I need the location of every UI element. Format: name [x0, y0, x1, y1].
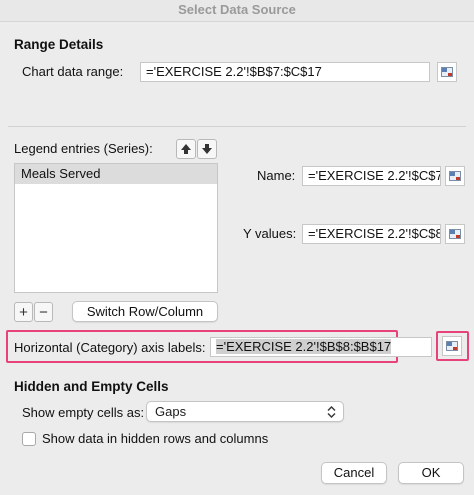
range-select-icon [446, 341, 458, 351]
hidden-empty-heading: Hidden and Empty Cells [14, 379, 169, 394]
y-values-label: Y values: [243, 226, 297, 241]
move-series-down-button[interactable] [197, 139, 217, 159]
remove-series-button[interactable]: − [34, 302, 53, 322]
series-name-picker-button[interactable] [445, 166, 465, 186]
y-values-picker-button[interactable] [445, 224, 465, 244]
chart-data-range-label: Chart data range: [22, 64, 124, 79]
add-series-button[interactable]: + [14, 302, 33, 322]
show-empty-cells-value: Gaps [155, 404, 187, 419]
chart-data-range-picker-button[interactable] [437, 62, 457, 82]
chevron-updown-icon [327, 406, 336, 418]
series-name-label: Name: [257, 168, 296, 183]
category-axis-label: Horizontal (Category) axis labels: [14, 340, 206, 355]
show-hidden-data-label: Show data in hidden rows and columns [42, 431, 269, 446]
ok-button[interactable]: OK [398, 462, 464, 484]
arrow-down-icon [202, 144, 212, 154]
category-axis-field[interactable]: ='EXERCISE 2.2'!$B$8:$B$17 [210, 337, 432, 357]
series-name-field[interactable]: ='EXERCISE 2.2'!$C$7 [302, 166, 441, 186]
cancel-button[interactable]: Cancel [321, 462, 387, 484]
switch-row-column-button[interactable]: Switch Row/Column [72, 301, 218, 322]
show-empty-cells-popup[interactable]: Gaps [146, 401, 344, 422]
category-axis-picker-button[interactable] [442, 336, 462, 356]
series-listbox[interactable]: Meals Served [14, 163, 218, 293]
window-title: Select Data Source [0, 0, 474, 22]
y-values-field[interactable]: ='EXERCISE 2.2'!$C$8:$ [302, 224, 441, 244]
divider [8, 126, 466, 127]
chart-data-range-field[interactable]: ='EXERCISE 2.2'!$B$7:$C$17 [140, 62, 430, 82]
move-series-up-button[interactable] [176, 139, 196, 159]
category-axis-value: ='EXERCISE 2.2'!$B$8:$B$17 [216, 339, 392, 354]
range-details-heading: Range Details [14, 37, 104, 52]
show-hidden-data-checkbox[interactable] [22, 432, 36, 446]
show-empty-cells-label: Show empty cells as: [22, 405, 145, 420]
arrow-up-icon [181, 144, 191, 154]
range-select-icon [441, 67, 453, 77]
series-list-item[interactable]: Meals Served [15, 164, 217, 184]
range-select-icon [449, 171, 461, 181]
legend-entries-heading: Legend entries (Series): [14, 141, 153, 156]
range-select-icon [449, 229, 461, 239]
